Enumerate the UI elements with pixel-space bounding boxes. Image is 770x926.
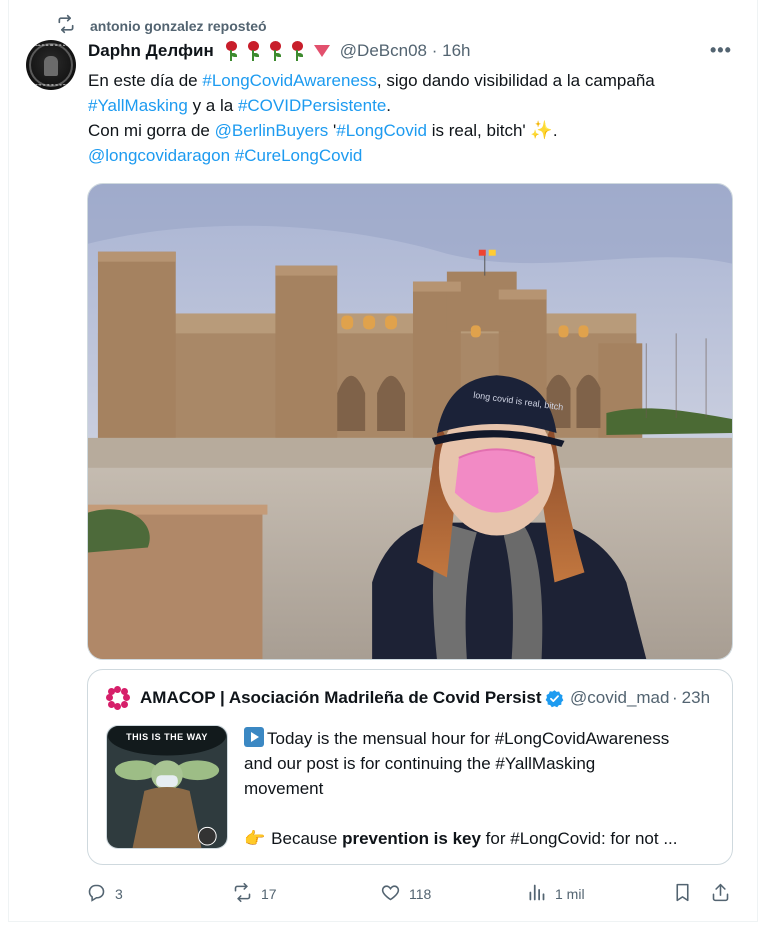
views-count: 1 mil — [555, 886, 585, 902]
user-handle[interactable]: @DeBcn08 · 16h — [340, 41, 471, 61]
quote-display-name[interactable]: AMACOP | Asociación Madrileña de Covid P… — [140, 688, 542, 708]
rose-icon — [246, 41, 260, 61]
reply-icon — [86, 882, 107, 906]
more-icon[interactable]: ••• — [710, 40, 732, 61]
play-button-icon — [244, 727, 264, 747]
post-photo[interactable]: long covid is real, bitch — [87, 183, 733, 660]
quote-handle[interactable]: @covid_madrid — [570, 688, 670, 708]
rose-icon — [224, 41, 238, 61]
thumbnail-caption: THIS IS THE WAY — [126, 732, 208, 742]
post-header: Daphn Делфин @DeBcn08 · 16h — [88, 41, 471, 61]
mention-link[interactable]: @BerlinBuyers — [215, 121, 329, 140]
reply-count: 3 — [115, 886, 123, 902]
sparkles-icon: ✨ — [530, 120, 553, 140]
verified-badge-icon — [545, 689, 564, 708]
reply-button[interactable]: 3 — [86, 880, 123, 908]
hashtag-link[interactable]: #LongCovidAwareness — [202, 71, 377, 90]
avatar[interactable] — [26, 40, 76, 90]
heart-icon — [380, 882, 401, 906]
quote-text: Today is the mensual hour for #LongCovid… — [244, 726, 724, 851]
mention-link[interactable]: @longcovidaragon — [88, 146, 230, 165]
bookmark-button[interactable] — [672, 880, 693, 908]
quoted-tweet[interactable]: AMACOP | Asociación Madrileña de Covid P… — [87, 669, 733, 865]
views-button[interactable]: 1 mil — [526, 880, 585, 908]
repost-icon — [232, 882, 253, 906]
repost-icon — [56, 14, 76, 37]
quote-header: AMACOP | Asociación Madrileña de Covid P… — [106, 686, 716, 710]
share-button[interactable] — [710, 880, 731, 908]
rose-icon — [268, 41, 282, 61]
display-name[interactable]: Daphn Делфин — [88, 41, 214, 61]
like-count: 118 — [409, 886, 432, 902]
repost-label[interactable]: antonio gonzalez reposteó — [90, 18, 267, 34]
amacop-logo-icon — [106, 686, 130, 710]
pointing-hand-icon: 👉 — [244, 829, 266, 848]
tweet-text: En este día de #LongCovidAwareness, sigo… — [88, 71, 655, 165]
quote-time[interactable]: 23h — [682, 688, 710, 708]
name-emojis — [224, 41, 330, 61]
triangle-down-icon — [313, 45, 330, 57]
hashtag-link[interactable]: #LongCovid — [336, 121, 427, 140]
bookmark-icon — [672, 882, 693, 906]
share-icon — [710, 882, 731, 906]
hashtag-link[interactable]: #CureLongCovid — [235, 146, 363, 165]
action-bar: 3 17 118 1 mil — [86, 880, 736, 908]
hashtag-link[interactable]: #YallMasking — [88, 96, 188, 115]
like-button[interactable]: 118 — [380, 880, 431, 908]
repost-context[interactable]: antonio gonzalez reposteó — [56, 14, 267, 37]
analytics-icon — [526, 882, 547, 906]
repost-count: 17 — [261, 886, 277, 902]
rose-icon — [290, 41, 304, 61]
repost-button[interactable]: 17 — [232, 880, 277, 908]
hashtag-link[interactable]: #COVIDPersistente — [238, 96, 386, 115]
post-time[interactable]: 16h — [442, 41, 470, 60]
quote-thumbnail[interactable]: THIS IS THE WAY — [106, 725, 228, 849]
